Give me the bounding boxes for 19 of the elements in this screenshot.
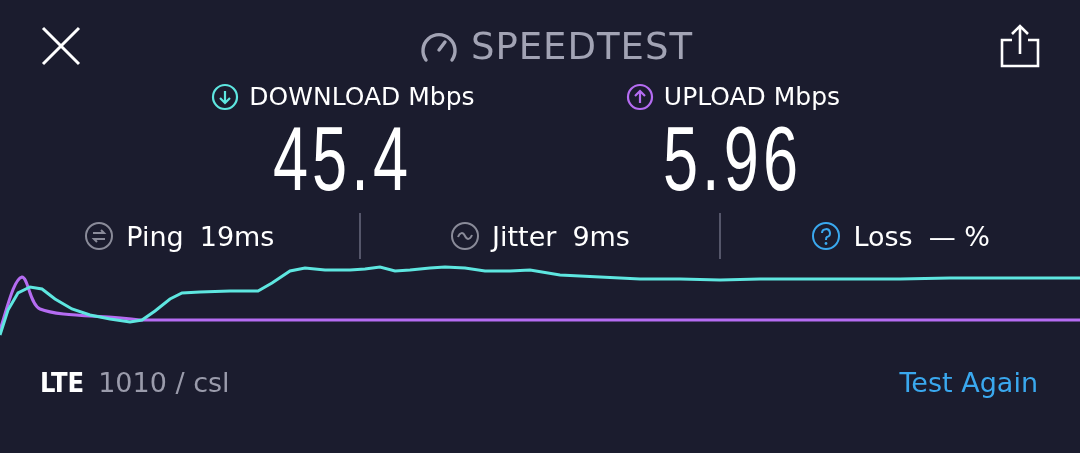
stat-label: Ping: [126, 220, 184, 252]
stat-value: 19ms: [199, 220, 275, 252]
share-icon[interactable]: [1000, 24, 1040, 68]
stat-value: — %: [928, 220, 990, 252]
ping-icon: [84, 221, 115, 251]
result-label: UPLOAD Mbps: [663, 82, 841, 111]
stat-label: Loss: [853, 220, 913, 252]
network-type: LTE: [40, 367, 85, 398]
stat-label: Jitter: [492, 220, 557, 252]
app-title: SPEEDTEST: [470, 24, 694, 68]
test-again-button[interactable]: Test Again: [899, 367, 1038, 398]
jitter-icon: [450, 221, 481, 251]
help-icon: [811, 221, 842, 251]
result-value: 5.96: [663, 111, 803, 207]
stat-value: 9ms: [572, 220, 630, 252]
close-icon[interactable]: [40, 25, 82, 67]
result-label: DOWNLOAD Mbps: [249, 82, 475, 111]
result-value: 45.4: [273, 111, 413, 207]
carrier-label: 1010 / csl: [98, 367, 230, 398]
